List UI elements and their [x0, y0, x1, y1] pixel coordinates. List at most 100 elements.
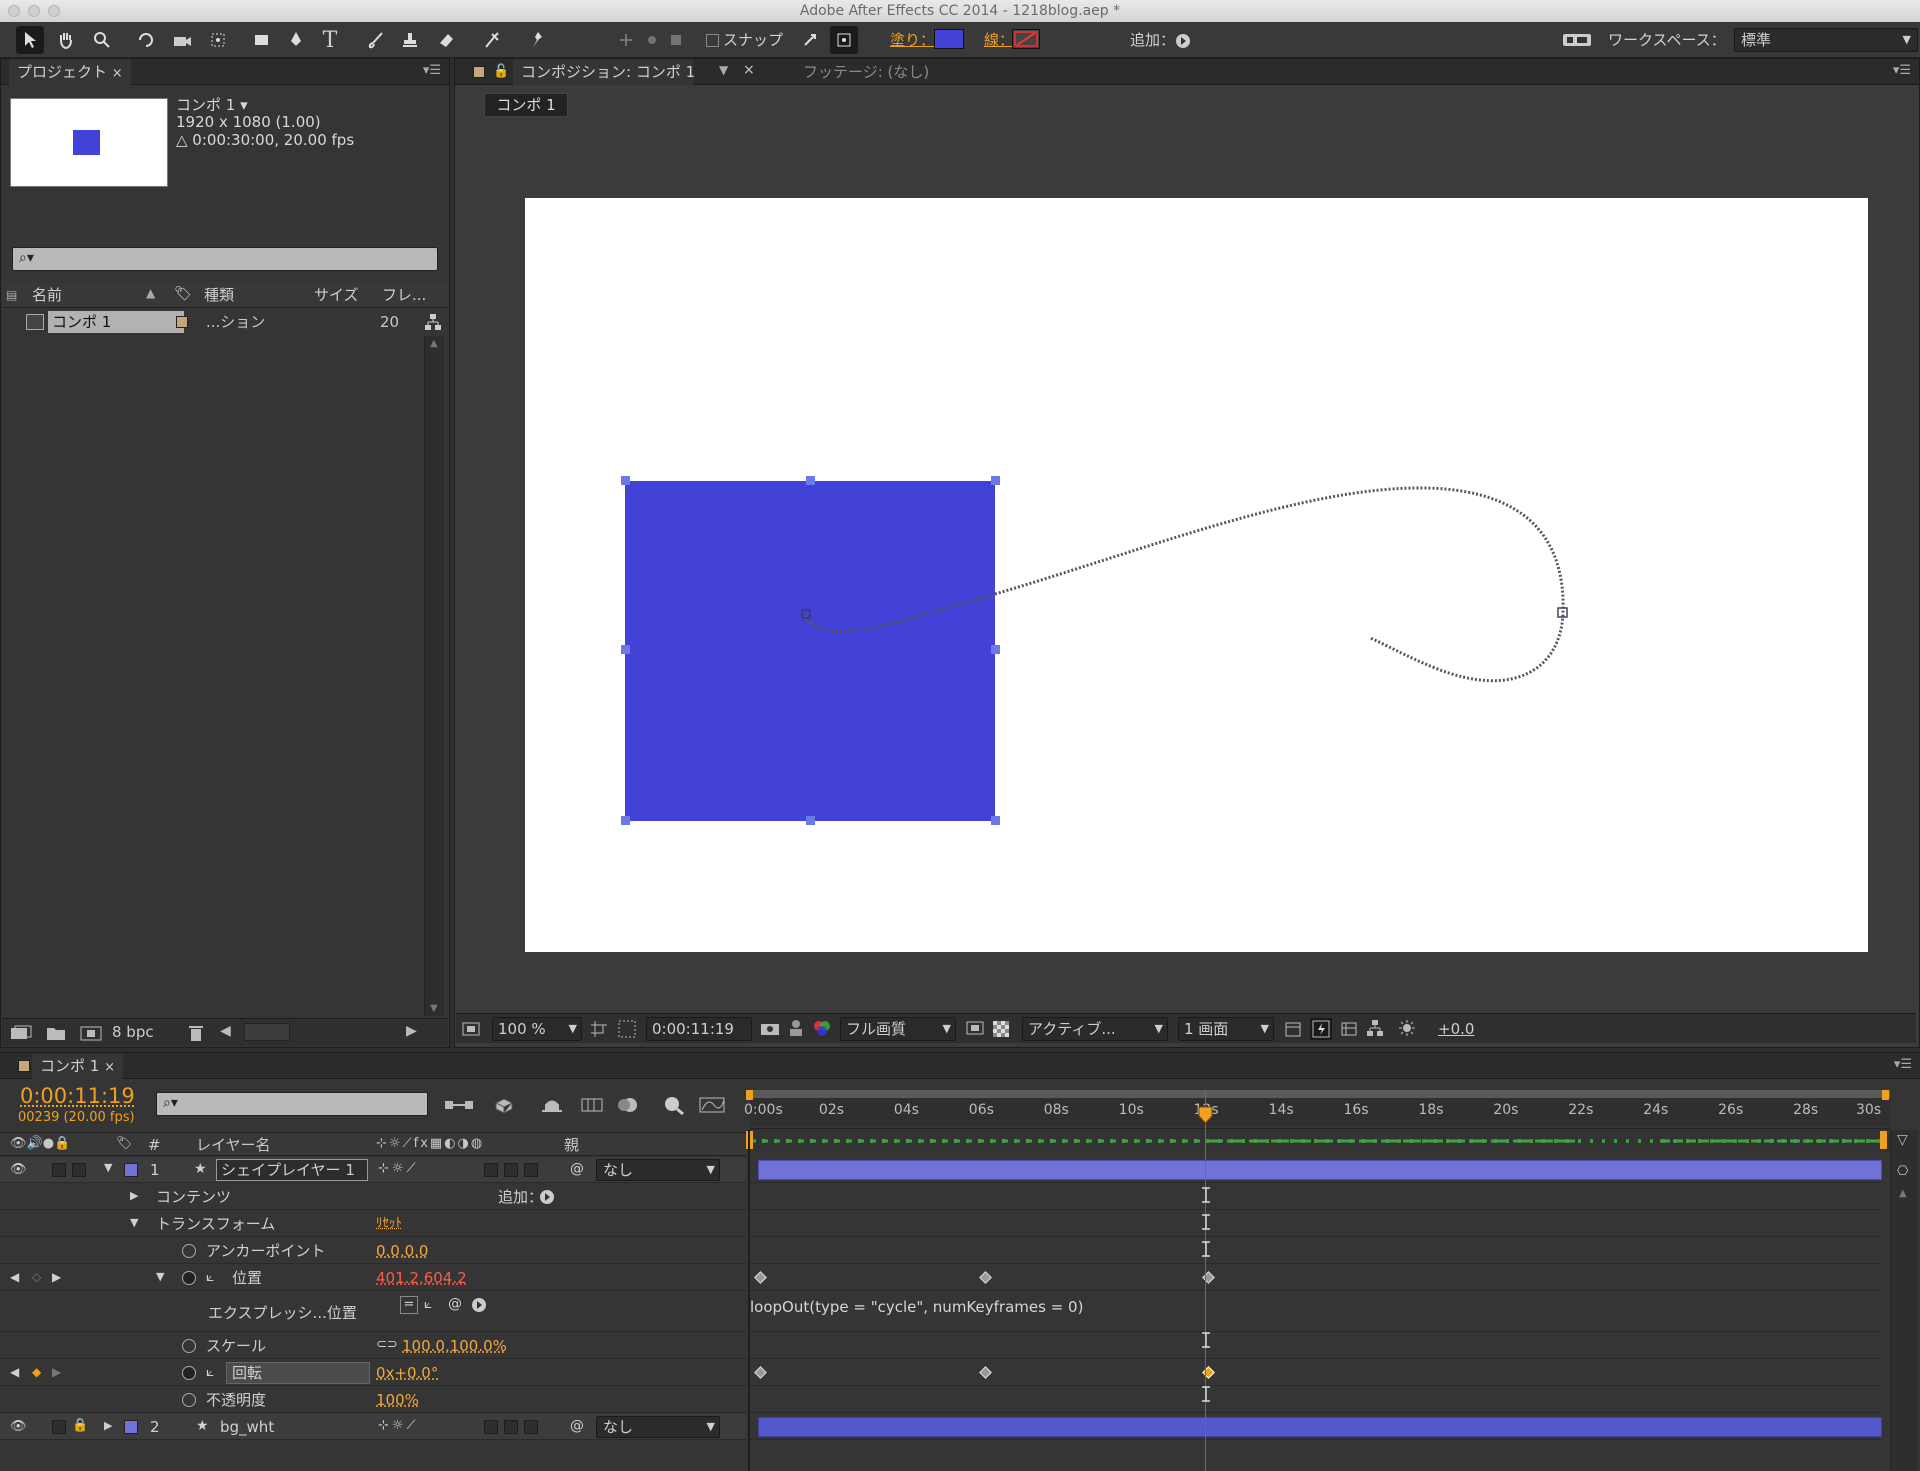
col-type[interactable]: 種類 — [204, 284, 234, 306]
layer-1-duration-bar[interactable] — [758, 1160, 1882, 1180]
out-point-bracket[interactable] — [1880, 1131, 1887, 1149]
region-of-interest-icon[interactable] — [590, 1020, 608, 1038]
flowchart-icon[interactable] — [424, 313, 442, 331]
anchor-point-value[interactable]: 0.0,0.0 — [376, 1238, 428, 1264]
fast-previews-icon[interactable] — [966, 1020, 984, 1036]
work-area-start-handle[interactable] — [746, 1090, 753, 1100]
new-composition-icon[interactable] — [80, 1025, 102, 1041]
rotation-keyframe-0[interactable] — [754, 1366, 767, 1379]
stroke-color-swatch[interactable] — [1012, 29, 1040, 49]
layer-name-field[interactable]: シェイプレイヤー 1 — [216, 1159, 368, 1181]
label-swatch[interactable] — [176, 316, 188, 328]
transparency-grid-icon[interactable] — [618, 1020, 636, 1038]
stroke-label[interactable]: 線： — [984, 22, 1014, 58]
parent-select-1[interactable]: なし ▼ — [596, 1159, 720, 1181]
pan-behind-tool-icon[interactable] — [204, 26, 232, 54]
expression-text[interactable]: loopOut(type = "cycle", numKeyframes = 0… — [750, 1298, 1083, 1316]
layer-label-color[interactable] — [124, 1163, 138, 1177]
keyframe-at-time-icon[interactable]: ◆ — [32, 1365, 41, 1379]
rotation-row[interactable]: ◀ ◆ ▶ ⟀ 回転 0x+0.0° — [0, 1360, 746, 1386]
scroll-up-icon[interactable]: ▲ — [430, 338, 438, 349]
fill-color-swatch[interactable] — [934, 29, 964, 49]
lock-switch[interactable] — [72, 1163, 86, 1177]
flowchart-icon[interactable]: ⎔ — [1897, 1164, 1908, 1179]
expression-pickwhip-icon[interactable]: @ — [448, 1296, 462, 1312]
chevron-down-icon[interactable]: ▼ — [156, 1270, 164, 1283]
active-camera-select[interactable]: アクティブ... ▼ — [1022, 1017, 1168, 1041]
view-axis-icon[interactable] — [662, 26, 690, 54]
clone-stamp-tool-icon[interactable] — [396, 26, 424, 54]
stopwatch-icon[interactable] — [182, 1339, 196, 1353]
rotation-tool-icon[interactable] — [132, 26, 160, 54]
type-tool-icon[interactable]: T — [316, 26, 344, 54]
solo-switch[interactable] — [52, 1420, 66, 1434]
add-keyframe-icon[interactable]: ◇ — [32, 1270, 41, 1284]
reset-exposure-icon[interactable] — [1398, 1019, 1416, 1037]
bit-depth[interactable]: 8 bpc — [112, 1022, 154, 1042]
opacity-row[interactable]: 不透明度 100% — [0, 1387, 746, 1413]
layer-switch-b[interactable] — [504, 1163, 518, 1177]
horizontal-scroll-thumb[interactable] — [244, 1023, 290, 1041]
chevron-right-icon[interactable]: ▶ — [104, 1419, 112, 1432]
snap-edges-icon[interactable] — [796, 26, 824, 54]
playhead-handle[interactable] — [1198, 1106, 1213, 1124]
scroll-left-icon[interactable]: ◀ — [220, 1023, 231, 1039]
comp-dropdown-icon[interactable]: ▼ — [719, 63, 728, 77]
layer-switch-b[interactable] — [504, 1420, 518, 1434]
close-icon[interactable]: × — [112, 66, 123, 81]
shy-layers-icon[interactable] — [540, 1095, 564, 1115]
camera-tool-icon[interactable] — [168, 26, 196, 54]
close-window-button[interactable] — [8, 5, 20, 17]
position-row[interactable]: ◀ ◇ ▶ ▼ ⟀ 位置 401.2,604.2 — [0, 1265, 746, 1291]
stopwatch-icon[interactable] — [182, 1393, 196, 1407]
puppet-pin-tool-icon[interactable] — [524, 26, 552, 54]
scroll-right-icon[interactable]: ▶ — [406, 1023, 417, 1039]
brush-tool-icon[interactable] — [362, 26, 390, 54]
fill-label[interactable]: 塗り： — [890, 22, 935, 58]
visibility-eye-icon[interactable]: 👁 — [10, 1162, 27, 1177]
workspace-icon[interactable] — [1562, 32, 1592, 48]
graph-editor-toggle-icon[interactable] — [698, 1095, 726, 1115]
tab-footage[interactable]: フッテージ: (なし) — [795, 59, 937, 85]
checkerboard-icon[interactable] — [992, 1020, 1010, 1038]
roto-brush-tool-icon[interactable] — [478, 26, 506, 54]
anchor-point-row[interactable]: アンカーポイント 0.0,0.0 — [0, 1238, 746, 1264]
position-keyframe-1[interactable] — [979, 1271, 992, 1284]
graph-editor-icon[interactable] — [662, 1095, 686, 1115]
expression-graph-icon[interactable]: ⟀ — [424, 1296, 432, 1312]
timeline-scrollbar[interactable]: ▽ ⎔ ▲ — [1890, 1130, 1918, 1471]
panel-menu-icon[interactable]: ▾☰ — [1894, 1057, 1912, 1072]
col-layer-name[interactable]: レイヤー名 — [196, 1135, 271, 1155]
toggle-pixel-aspect-icon[interactable] — [1284, 1020, 1302, 1038]
opacity-value[interactable]: 100% — [376, 1387, 419, 1413]
lock-icon[interactable]: 🔓 — [493, 64, 509, 79]
stopwatch-icon[interactable] — [182, 1244, 196, 1258]
transform-row[interactable]: ▼ トランスフォーム ﾘｾｯﾄ — [0, 1211, 746, 1237]
layer-switch-a[interactable] — [484, 1163, 498, 1177]
blue-square-shape[interactable] — [625, 481, 995, 821]
snap-features-icon[interactable] — [830, 26, 858, 54]
scale-row[interactable]: スケール ⊂⊃ 100.0,100.0% — [0, 1333, 746, 1359]
scroll-up-icon[interactable]: ▲ — [1899, 1188, 1907, 1199]
layer-switch-c[interactable] — [524, 1420, 538, 1434]
motion-blur-icon[interactable] — [616, 1095, 640, 1115]
col-size[interactable]: サイズ — [314, 284, 359, 306]
add-menu-icon[interactable] — [540, 1190, 554, 1204]
always-preview-icon[interactable] — [462, 1021, 480, 1037]
layer-row-1[interactable]: 👁 ▼ 1 ★ シェイプレイヤー 1 ⊹☼⟋ @ なし ▼ — [0, 1157, 746, 1183]
contents-row[interactable]: ▶ コンテンツ 追加： — [0, 1184, 746, 1210]
eraser-tool-icon[interactable] — [432, 26, 460, 54]
trash-icon[interactable] — [188, 1024, 204, 1042]
comp-navigator-button[interactable]: コンポ 1 — [484, 93, 568, 117]
comp-mini-flowchart-icon[interactable] — [444, 1095, 474, 1115]
layer-label-color[interactable] — [124, 1420, 138, 1434]
comp-flowchart-icon[interactable] — [1366, 1019, 1384, 1037]
close-icon[interactable]: × — [743, 62, 755, 78]
parent-select-2[interactable]: なし ▼ — [596, 1416, 720, 1438]
draft-3d-icon[interactable] — [492, 1095, 516, 1115]
zoom-window-button[interactable] — [48, 5, 60, 17]
timeline-search-input[interactable]: ⌕▾ — [156, 1092, 428, 1116]
hand-tool-icon[interactable] — [52, 26, 80, 54]
selection-tool-icon[interactable] — [16, 26, 44, 54]
panel-menu-icon[interactable]: ▾☰ — [423, 63, 441, 78]
